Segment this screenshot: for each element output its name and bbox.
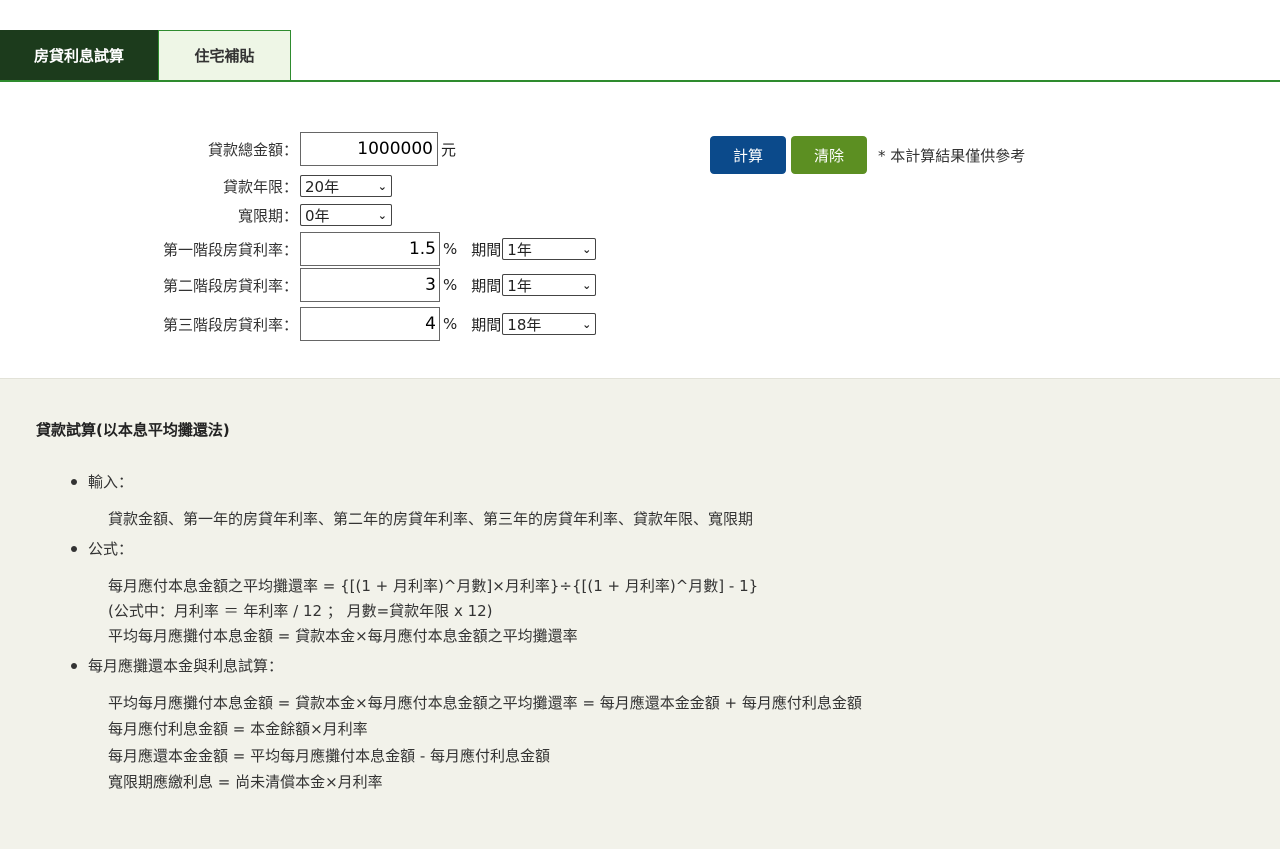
chevron-down-icon: ⌄ — [582, 317, 592, 331]
tab-housing-subsidy[interactable]: 住宅補貼 — [158, 30, 291, 80]
clear-button[interactable]: 清除 — [791, 136, 867, 174]
input-heading: 輸入： — [70, 473, 134, 491]
stage1-label: 第一階段房貸利率： — [162, 240, 298, 259]
stage3-period-select[interactable]: 18年 ⌄ — [502, 313, 597, 335]
amount-label: 貸款總金額： — [207, 140, 298, 159]
calc-line-4: 寬限期應繳利息 = 尚未清償本金×月利率 — [108, 773, 383, 791]
chevron-down-icon: ⌄ — [582, 278, 592, 292]
period-label: 期間 — [471, 240, 502, 259]
percent-unit: % — [443, 315, 458, 333]
calc-heading: 每月應攤還本金與利息試算： — [70, 657, 284, 675]
formula-line-1: 每月應付本息金額之平均攤還率 = {[(1 + 月利率)^月數]×月利率}÷{[… — [108, 577, 759, 595]
loan-amount-input[interactable] — [300, 132, 438, 166]
chevron-down-icon: ⌄ — [582, 242, 592, 256]
stage1-rate-input[interactable] — [300, 232, 440, 266]
calc-line-2: 每月應付利息金額 = 本金餘額×月利率 — [108, 720, 368, 738]
stage1-row: 第一階段房貸利率： % 期間 1年 ⌄ — [0, 232, 597, 266]
stage2-period-select[interactable]: 1年 ⌄ — [502, 274, 597, 296]
loan-years-value: 20年 — [305, 177, 340, 196]
grace-period-select[interactable]: 0年 ⌄ — [300, 204, 392, 226]
calc-line-1: 平均每月應攤付本息金額 = 貸款本金×每月應付本息金額之平均攤還率 = 每月應還… — [108, 694, 862, 712]
info-title: 貸款試算(以本息平均攤還法) — [36, 421, 230, 439]
period-label: 期間 — [471, 276, 502, 295]
calc-line-3: 每月應還本金金額 = 平均每月應攤付本息金額 - 每月應付利息金額 — [108, 747, 551, 765]
tab-bar: 房貸利息試算 住宅補貼 — [0, 30, 1280, 82]
stage3-row: 第三階段房貸利率： % 期間 18年 ⌄ — [0, 307, 597, 341]
stage2-label: 第二階段房貸利率： — [162, 276, 298, 295]
period-label: 期間 — [471, 315, 502, 334]
calculate-button[interactable]: 計算 — [710, 136, 786, 174]
chevron-down-icon: ⌄ — [377, 208, 387, 222]
years-label: 貸款年限： — [222, 177, 298, 196]
grace-label: 寬限期： — [237, 206, 298, 225]
amount-unit: 元 — [441, 140, 457, 159]
formula-heading: 公式： — [70, 540, 134, 558]
input-text: 貸款金額、第一年的房貸年利率、第二年的房貸年利率、第三年的房貸年利率、貸款年限、… — [108, 510, 754, 528]
chevron-down-icon: ⌄ — [377, 179, 387, 193]
formula-line-2: (公式中：月利率 ＝ 年利率 / 12 ； 月數=貸款年限 x 12) — [108, 602, 493, 620]
stage3-label: 第三階段房貸利率： — [162, 315, 298, 334]
reference-note: * 本計算結果僅供參考 — [878, 147, 1026, 165]
loan-years-select[interactable]: 20年 ⌄ — [300, 175, 392, 197]
percent-unit: % — [443, 240, 458, 258]
stage3-period-value: 18年 — [507, 315, 542, 334]
stage1-period-select[interactable]: 1年 ⌄ — [502, 238, 597, 260]
percent-unit: % — [443, 276, 458, 294]
stage2-row: 第二階段房貸利率： % 期間 1年 ⌄ — [0, 268, 597, 302]
grace-period-value: 0年 — [305, 206, 330, 225]
stage1-period-value: 1年 — [507, 240, 532, 259]
stage3-rate-input[interactable] — [300, 307, 440, 341]
stage2-rate-input[interactable] — [300, 268, 440, 302]
tab-loan-calc[interactable]: 房貸利息試算 — [0, 30, 158, 80]
amount-row: 貸款總金額： 元 — [0, 132, 457, 166]
stage2-period-value: 1年 — [507, 276, 532, 295]
years-row: 貸款年限： 20年 ⌄ — [0, 172, 392, 200]
info-panel: 貸款試算(以本息平均攤還法) 輸入： 貸款金額、第一年的房貸年利率、第二年的房貸… — [0, 378, 1280, 849]
grace-row: 寬限期： 0年 ⌄ — [0, 201, 392, 229]
formula-line-3: 平均每月應攤付本息金額 = 貸款本金×每月應付本息金額之平均攤還率 — [108, 627, 578, 645]
